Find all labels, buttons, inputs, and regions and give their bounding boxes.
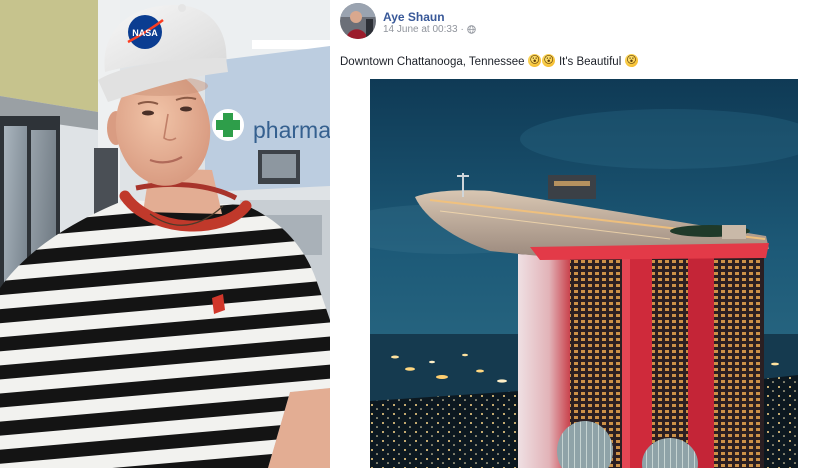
boat-light	[429, 360, 435, 364]
post-timestamp[interactable]: 14 June at 00:33	[383, 24, 458, 35]
olive-wall	[0, 0, 98, 112]
deck-building-lights	[554, 181, 590, 186]
deck-building	[548, 175, 596, 199]
hotel-towers	[518, 251, 764, 468]
avatar-head	[350, 11, 362, 23]
boat-light	[436, 375, 448, 379]
post-photo[interactable]	[370, 79, 798, 468]
tower-leg-red-right	[688, 257, 714, 468]
portrait-photo: pharma NASA	[0, 0, 330, 468]
astonished-face-emoji: 😮	[542, 54, 556, 67]
facebook-post: Aye Shaun 14 June at 00:33 · Downtown Ch…	[331, 0, 830, 468]
cap-button	[178, 4, 186, 12]
boat-light	[391, 355, 399, 359]
portrait-illustration: pharma NASA	[0, 0, 330, 468]
nasa-logo-text: NASA	[132, 28, 158, 38]
avatar-detail	[366, 19, 373, 39]
green-cross-vertical	[223, 113, 233, 137]
boat-light	[497, 379, 507, 383]
astonished-face-emoji: 😮	[528, 54, 542, 67]
left-eye	[142, 110, 154, 116]
author-name[interactable]: Aye Shaun	[383, 10, 445, 24]
pharmacy-sign-text: pharma	[253, 117, 330, 143]
deck-pavilion	[722, 225, 746, 239]
globe-icon	[467, 25, 476, 34]
boat-light	[771, 362, 779, 366]
city-lights-left	[370, 391, 520, 468]
tower-right-windows	[714, 257, 762, 468]
avatar-image	[340, 3, 376, 39]
author-avatar[interactable]	[340, 3, 376, 39]
boat-light	[405, 367, 415, 371]
boat-light	[462, 353, 468, 357]
meta-separator: ·	[460, 24, 464, 35]
boat-light	[476, 369, 484, 373]
monitor-screen	[262, 154, 296, 178]
astonished-face-emoji: 😮	[624, 54, 638, 67]
post-text: Downtown Chattanooga, Tennessee 😮 😮 It's …	[340, 54, 638, 69]
post-meta: 14 June at 00:33 ·	[383, 24, 476, 35]
night-skyline-photo	[370, 79, 798, 468]
tower-leg-highlight	[622, 257, 630, 468]
city-lights-right	[762, 375, 798, 468]
right-eye	[180, 106, 192, 112]
post-text-segment: Downtown Chattanooga, Tennessee	[340, 56, 528, 68]
post-text-segment: It's Beautiful	[555, 56, 625, 68]
